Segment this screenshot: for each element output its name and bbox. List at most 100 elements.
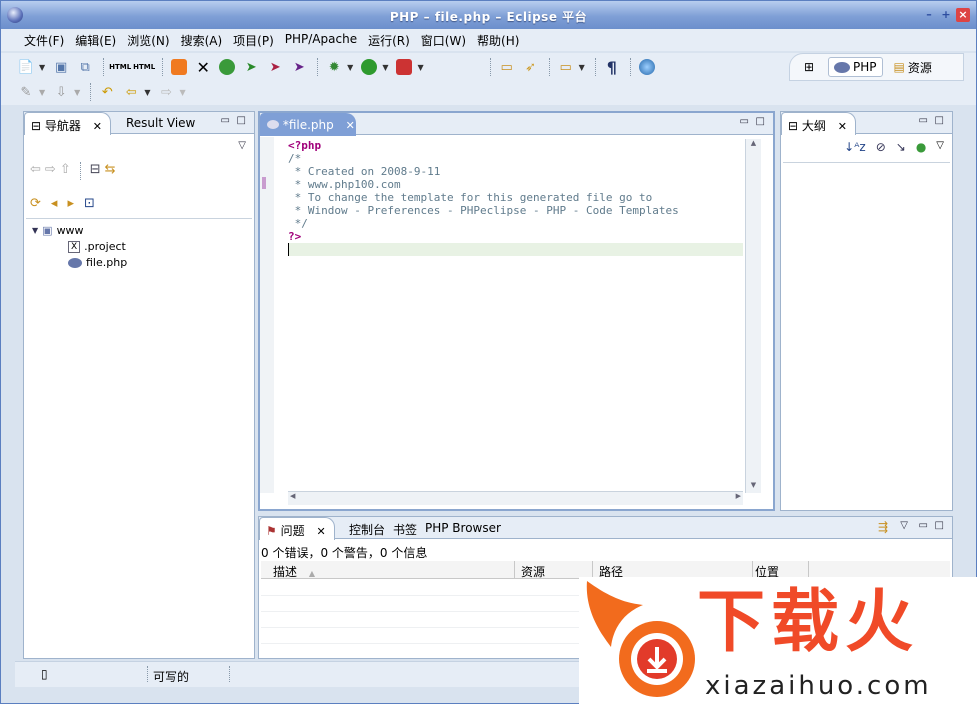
column-path[interactable]: 路径 (593, 561, 753, 579)
maximize-view-icon[interactable]: □ (756, 116, 765, 127)
view-menu-icon[interactable]: ▽ (936, 140, 944, 154)
menu-search[interactable]: 搜索(A) (176, 29, 229, 51)
maximize-button[interactable]: + (939, 8, 953, 22)
pilcrow-icon[interactable]: ¶ (601, 56, 623, 78)
hide-static-icon[interactable]: ↘ (896, 140, 906, 154)
close-icon[interactable]: ✕ (93, 120, 102, 133)
next-annotation-dropdown-icon[interactable]: ▼ (74, 88, 80, 97)
external-tools-dropdown-icon[interactable]: ▼ (417, 63, 423, 72)
debug-dropdown-icon[interactable]: ▼ (347, 63, 353, 72)
annotation-dropdown-icon[interactable]: ▼ (39, 88, 45, 97)
sort-az-icon[interactable]: ↓ᴬz (844, 140, 866, 154)
maximize-view-icon[interactable]: □ (935, 115, 944, 126)
menu-navigate[interactable]: 浏览(N) (122, 29, 175, 51)
sql-icon[interactable] (216, 56, 238, 78)
menu-window[interactable]: 窗口(W) (416, 29, 472, 51)
html-tidy-check-icon[interactable]: HTML (133, 56, 155, 78)
tree-item-www[interactable]: ▼ ▣ www (32, 224, 84, 237)
sync-icon[interactable]: ⟳ (30, 196, 41, 211)
close-icon[interactable]: ✕ (838, 120, 847, 133)
filter-icon[interactable]: ⇶ (878, 520, 888, 534)
open-folder-icon[interactable]: ▭ (496, 56, 518, 78)
last-edit-icon[interactable]: ↶ (96, 81, 118, 103)
menu-edit[interactable]: 编辑(E) (70, 29, 122, 51)
tab-result-view[interactable]: Result View (120, 112, 203, 134)
back-icon[interactable]: ⇦ (120, 81, 142, 103)
tree-item-project[interactable]: X .project (68, 240, 126, 253)
annotation-icon[interactable]: ✎ (15, 81, 37, 103)
tab-file-php[interactable]: *file.php ✕ (260, 113, 356, 136)
editor-vertical-scrollbar[interactable]: ▲ ▼ (745, 139, 761, 493)
open-resource-icon[interactable]: ▭ (555, 56, 577, 78)
debug-icon[interactable]: ✹ (323, 56, 345, 78)
nav-back-icon[interactable]: ⇦ (30, 162, 41, 180)
close-button[interactable]: × (956, 8, 970, 22)
menu-help[interactable]: 帮助(H) (472, 29, 525, 51)
save-icon[interactable]: ▣ (50, 56, 72, 78)
new-dropdown-icon[interactable]: ▼ (39, 63, 45, 72)
minimize-view-icon[interactable]: ▭ (919, 520, 928, 531)
filter-icon[interactable]: ⊡ (84, 196, 95, 211)
nav-up-icon[interactable]: ⇧ (60, 162, 71, 180)
menu-php-apache[interactable]: PHP/Apache (280, 29, 363, 51)
open-perspective-icon[interactable]: ⊞ (798, 56, 820, 78)
menu-file[interactable]: 文件(F) (19, 29, 70, 51)
hide-nonpublic-icon[interactable]: ● (916, 140, 926, 154)
debug-start-icon[interactable]: ➤ (240, 56, 262, 78)
column-location[interactable]: 位置 (753, 561, 809, 579)
back-dropdown-icon[interactable]: ▼ (144, 88, 150, 97)
hide-fields-icon[interactable]: ⊘ (876, 140, 886, 154)
next-annotation-icon[interactable]: ⇩ (50, 81, 72, 103)
external-tools-icon[interactable] (393, 56, 415, 78)
scroll-down-icon[interactable]: ▼ (746, 481, 761, 493)
forward-dropdown-icon[interactable]: ▼ (179, 88, 185, 97)
minimize-view-icon[interactable]: ▭ (740, 116, 749, 127)
html-tidy-icon[interactable]: HTML (109, 56, 131, 78)
close-icon[interactable]: ✕ (346, 119, 355, 132)
collapse-all-icon[interactable]: ⊟ (90, 162, 101, 180)
save-all-icon[interactable]: ⧉ (74, 56, 96, 78)
column-resource[interactable]: 资源 (515, 561, 593, 579)
close-icon[interactable]: ✕ (316, 525, 325, 538)
menu-project[interactable]: 项目(P) (228, 29, 280, 51)
new-icon[interactable]: 📄 (15, 56, 37, 78)
maximize-view-icon[interactable]: □ (935, 520, 944, 531)
tab-problems[interactable]: ⚑ 问题 ✕ (259, 517, 335, 540)
tab-console[interactable]: 控制台 (343, 517, 393, 539)
minimize-button[interactable]: – (922, 8, 936, 22)
xampp-icon[interactable] (168, 56, 190, 78)
run-icon[interactable] (358, 56, 380, 78)
view-menu-icon[interactable]: ▽ (238, 140, 246, 151)
minimize-view-icon[interactable]: ▭ (221, 115, 230, 126)
maximize-view-icon[interactable]: □ (237, 115, 246, 126)
forward-icon[interactable]: ⇨ (155, 81, 177, 103)
tree-item-file-php[interactable]: file.php (68, 256, 127, 269)
tab-navigator[interactable]: ⊟ 导航器 ✕ (24, 112, 111, 135)
run-dropdown-icon[interactable]: ▼ (382, 63, 388, 72)
xampp-stop-icon[interactable]: ✕ (192, 56, 214, 78)
nav-forward-icon[interactable]: ⇨ (45, 162, 56, 180)
perspective-php[interactable]: PHP (828, 57, 883, 77)
title-bar[interactable]: PHP – file.php – Eclipse 平台 – + × (1, 1, 976, 29)
tab-php-browser[interactable]: PHP Browser (419, 517, 509, 539)
scroll-right-icon[interactable]: ▶ (736, 492, 741, 500)
tab-outline[interactable]: ⊟ 大纲 ✕ (781, 112, 856, 135)
perspective-resource[interactable]: ▤ 资源 (889, 57, 937, 78)
expand-icon[interactable]: ▼ (32, 226, 38, 235)
rocket-icon[interactable]: ➶ (520, 56, 542, 78)
open-resource-dropdown-icon[interactable]: ▼ (579, 63, 585, 72)
globe-icon[interactable] (636, 56, 658, 78)
code-editor[interactable]: <?php/* * Created on 2008-9-11 * www.php… (288, 139, 743, 493)
scroll-up-icon[interactable]: ▲ (746, 139, 761, 151)
go-out-icon[interactable]: ▸ (67, 196, 74, 211)
menu-run[interactable]: 运行(R) (363, 29, 416, 51)
column-description[interactable]: 描述 ▲ (261, 561, 515, 579)
scroll-left-icon[interactable]: ◀ (290, 492, 295, 500)
go-into-icon[interactable]: ◂ (51, 196, 58, 211)
minimize-view-icon[interactable]: ▭ (919, 115, 928, 126)
link-with-editor-icon[interactable]: ⇆ (105, 162, 116, 180)
editor-horizontal-scrollbar[interactable]: ◀ ▶ (288, 491, 743, 505)
debug-step-icon[interactable]: ➤ (288, 56, 310, 78)
view-menu-icon[interactable]: ▽ (900, 520, 908, 531)
debug-run-icon[interactable]: ➤ (264, 56, 286, 78)
